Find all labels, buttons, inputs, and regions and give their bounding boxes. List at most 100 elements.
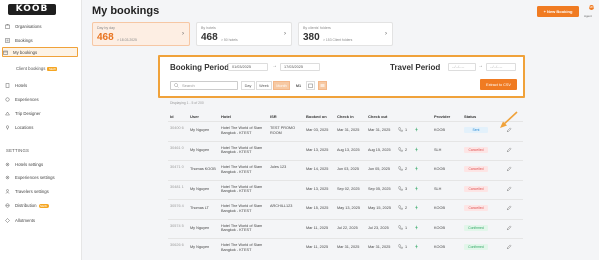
search-input[interactable]: Search [170,81,238,90]
sidebar-item-distribution[interactable]: Distribution NEW [5,201,79,210]
mode-m1[interactable]: M1 [294,81,303,90]
traveler-count: 3 [405,186,408,191]
edit-pencil-icon[interactable] [506,205,512,211]
sidebar-item-my-bookings[interactable]: My bookings [2,47,78,57]
stat-card-by-hotels[interactable]: By hotels 468 > 50 hotels › [196,22,292,46]
extract-csv-button[interactable]: Extract to CSV [480,79,517,90]
col-header-id[interactable]: Id [170,114,174,119]
sidebar-item-label: Experiences settings [15,175,55,180]
row-divider [168,121,523,122]
cell-check-out: Aug 15, 2025 [368,147,391,152]
travel-end-date[interactable]: --/--/---- [486,63,516,71]
koob-logo[interactable]: KOOB [8,4,56,15]
col-header-check-out[interactable]: Check out [368,114,387,119]
traveler-count: 1 [405,245,408,249]
phone-icon [398,244,403,249]
period-month[interactable]: Month [273,81,290,90]
card-sub: > 153 Client folders [323,38,353,42]
booking-end-date[interactable]: 17/03/2025 [280,63,320,71]
sidebar-item-label: Experiences [15,97,39,102]
sidebar-item-allotments[interactable]: Allotments [5,216,79,225]
sidebar-item-travelers-settings[interactable]: Travelers settings [5,187,79,196]
cell-check-out: Jun 05, 2025 [368,167,390,171]
sidebar-item-label: Hotels settings [15,162,44,167]
cell-provider: KOOB [434,128,445,132]
cell-hotel: Hotel The World of Siam Bangkok - KTEST [221,223,263,233]
card-sub: > 50 hotels [221,38,238,42]
sidebar-item-hotels-settings[interactable]: Hotels settings [5,160,79,169]
location-icon [5,125,10,130]
cell-id[interactable]: 30576 4 [170,204,186,209]
sidebar-item-client-bookings[interactable]: Client bookings NEW [16,66,58,71]
new-booking-button[interactable]: + New Booking [537,6,579,17]
col-header-provider[interactable]: Provider [434,114,450,119]
cell-check-in: May 13, 2025 [337,206,361,210]
cell-provider: SLH [434,147,442,152]
chevron-right-icon: › [284,31,286,37]
experience-icon [5,97,10,102]
results-count: Displaying 1 - 5 of 200 [170,101,204,105]
cell-isr: ARCHILL123 [270,204,293,208]
cell-booked-on: Mar 14, 2025 [306,167,329,171]
status-badge: Confirmed [464,224,488,231]
period-week[interactable]: Week [256,81,272,90]
bolt-icon [415,205,418,210]
stat-card-day-by-day[interactable]: Day by day 468 > 18.03.2025 › [92,22,190,46]
cell-hotel: Hotel The World of Siam Bangkok - KTEST [221,204,263,213]
cell-booked-on: Mar 13, 2025 [306,147,329,152]
sidebar-item-organisations[interactable]: Organisations [5,22,79,31]
chevron-right-icon: › [182,31,184,37]
phone-icon [398,185,403,190]
cell-booked-on: Mar 03, 2025 [306,128,329,132]
cell-user: My Nguyen [190,186,210,191]
edit-pencil-icon[interactable] [506,244,512,250]
booking-start-date[interactable]: 01/03/2025 [228,63,268,71]
edit-pencil-icon[interactable] [506,225,512,231]
card-value: 380 [303,32,320,43]
cell-id[interactable]: 30574 5 [170,224,186,229]
chevron-right-icon: › [385,31,387,37]
cell-id[interactable]: 30481 1 [170,185,186,190]
cell-provider: KOOB [434,225,445,230]
row-divider [168,218,523,220]
organisation-icon [5,24,10,29]
hotel-icon [5,83,10,88]
stat-card-by-folders[interactable]: By clients' folders 380 > 153 Client fol… [298,22,393,46]
bolt-icon [415,127,418,132]
sidebar-item-trip-designer[interactable]: Trip Designer [5,109,79,118]
col-header-status[interactable]: Status [464,114,476,119]
sidebar-item-hotels[interactable]: Hotels [5,81,79,90]
edit-pencil-icon[interactable] [506,147,512,153]
edit-pencil-icon[interactable] [506,166,512,172]
col-header-check-in[interactable]: Check in [337,114,354,119]
calendar-toggle-icon[interactable] [306,81,315,90]
sidebar-item-label: Allotments [15,218,36,223]
cell-hotel: Hotel The World of Siam Bangkok - KTEST [221,184,263,194]
cell-check-in: Mar 31, 2025 [337,128,360,132]
edit-pencil-icon[interactable] [506,186,512,192]
cell-user: My Nguyen [190,245,210,249]
col-header-isr[interactable]: ISR [270,114,277,119]
phone-icon [398,166,403,171]
cell-check-out: Sep 05, 2025 [368,186,391,191]
user-menu[interactable]: MN Agent [584,5,595,19]
travel-start-date[interactable]: --/--/---- [448,63,476,71]
cell-id[interactable]: 30626 6 [170,243,186,248]
cell-check-in: Jun 03, 2025 [337,167,359,171]
annotation-arrow-icon [500,111,518,128]
cell-id[interactable]: 30400 6 [170,126,186,131]
sidebar-item-bookings[interactable]: Bookings [5,36,79,45]
sidebar-item-experiences-settings[interactable]: Experiences settings [5,173,79,182]
cell-id[interactable]: 30461 0 [170,146,186,151]
col-header-booked-on[interactable]: Booked on [306,114,327,119]
sidebar-item-locations[interactable]: Locations [5,123,79,132]
col-header-hotel[interactable]: Hotel [221,114,231,119]
sidebar-item-experiences[interactable]: Experiences [5,95,79,104]
col-header-user[interactable]: User [190,114,199,119]
list-toggle-icon[interactable] [318,81,327,90]
cell-id[interactable]: 30471 0 [170,165,186,170]
phone-icon [398,146,403,151]
arrow-right-icon: → [272,63,277,69]
bolt-icon [415,224,418,230]
period-day[interactable]: Day [241,81,255,90]
